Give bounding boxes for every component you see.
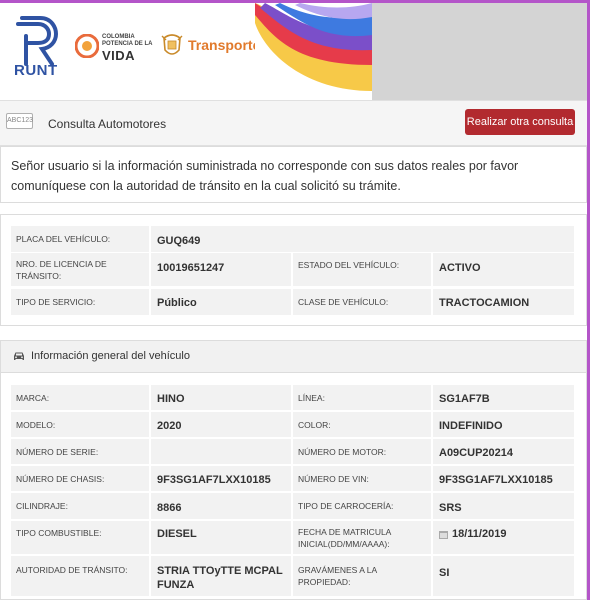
estado-label: ESTADO DEL VEHÍCULO: xyxy=(298,260,400,270)
carroceria-label: TIPO DE CARROCERÍA: xyxy=(298,501,394,511)
general-row-serie: NÚMERO DE SERIE: NÚMERO DE MOTOR: A09CUP… xyxy=(11,439,574,464)
chasis-value: 9F3SG1AF7LXX10185 xyxy=(157,474,271,486)
runt-logo-text: RUNT xyxy=(14,62,58,79)
clase-label: CLASE DE VEHÍCULO: xyxy=(298,297,389,307)
cell-separator xyxy=(149,289,151,315)
matricula-label: FECHA DE MATRICULA INICIAL(DD/MM/AAAA): xyxy=(298,527,392,549)
combustible-value: DIESEL xyxy=(157,528,197,540)
notice-text: Señor usuario si la información suminist… xyxy=(11,159,519,193)
general-row-autoridad: AUTORIDAD DE TRÁNSITO: STRIA TTOyTTE MCP… xyxy=(11,556,574,596)
autoridad-value: STRIA TTOyTTE MCPAL FUNZA xyxy=(157,565,283,591)
servicio-label: TIPO DE SERVICIO: xyxy=(16,297,96,307)
decorative-wave-banner xyxy=(255,3,372,91)
servicio-value: Público xyxy=(157,297,197,309)
marca-value: HINO xyxy=(157,393,185,405)
combustible-label: TIPO COMBUSTIBLE: xyxy=(16,528,102,538)
vin-label: NÚMERO DE VIN: xyxy=(298,474,369,484)
gravamenes-value: SI xyxy=(439,567,450,579)
cell-separator xyxy=(431,521,433,554)
cell-separator xyxy=(149,493,151,519)
motor-label: NÚMERO DE MOTOR: xyxy=(298,447,387,457)
general-row-combustible: TIPO COMBUSTIBLE: DIESEL FECHA DE MATRIC… xyxy=(11,521,574,554)
cell-separator xyxy=(291,253,293,286)
summary-row-servicio: TIPO DE SERVICIO: Público CLASE DE VEHÍC… xyxy=(11,289,574,315)
autoridad-label: AUTORIDAD DE TRÁNSITO: xyxy=(16,565,128,575)
color-value: INDEFINIDO xyxy=(439,420,503,432)
page-title: Consulta Automotores xyxy=(48,117,167,131)
modelo-label: MODELO: xyxy=(16,420,56,430)
calendar-icon xyxy=(439,531,448,539)
cell-separator xyxy=(291,521,293,554)
clase-value: TRACTOCAMION xyxy=(439,297,530,309)
cell-separator xyxy=(431,412,433,437)
licencia-label: NRO. DE LICENCIA DE TRÁNSITO: xyxy=(16,259,107,281)
linea-value: SG1AF7B xyxy=(439,393,490,405)
linea-label: LÍNEA: xyxy=(298,393,325,403)
cell-separator xyxy=(149,521,151,554)
placa-label: PLACA DEL VEHÍCULO: xyxy=(16,234,111,244)
motor-value: A09CUP20214 xyxy=(439,447,513,459)
car-icon xyxy=(14,352,24,360)
colombia-vida-logo: COLOMBIA POTENCIA DE LA VIDA xyxy=(102,34,153,64)
placa-value: GUQ649 xyxy=(157,235,201,247)
coat-of-arms-icon xyxy=(161,34,183,55)
cell-separator xyxy=(431,439,433,464)
general-row-modelo: MODELO: 2020 COLOR: INDEFINIDO xyxy=(11,412,574,437)
cell-separator xyxy=(149,556,151,596)
cell-separator xyxy=(291,385,293,410)
summary-row-licencia: NRO. DE LICENCIA DE TRÁNSITO: 1001965124… xyxy=(11,253,574,286)
new-query-button[interactable]: Realizar otra consulta xyxy=(465,109,575,135)
modelo-value: 2020 xyxy=(157,420,182,432)
cell-separator xyxy=(431,493,433,519)
gravamenes-label: GRAVÁMENES A LA PROPIEDAD: xyxy=(298,565,378,587)
cell-separator xyxy=(149,385,151,410)
cell-separator xyxy=(431,289,433,315)
matricula-value: 18/11/2019 xyxy=(452,528,507,540)
colombia-logo-icon xyxy=(75,34,99,58)
general-row-cilindraje: CILINDRAJE: 8866 TIPO DE CARROCERÍA: SRS xyxy=(11,493,574,519)
summary-row-placa: PLACA DEL VEHÍCULO: GUQ649 xyxy=(11,226,574,252)
cell-separator xyxy=(431,556,433,596)
estado-value: ACTIVO xyxy=(439,262,481,274)
color-label: COLOR: xyxy=(298,420,331,430)
cell-separator xyxy=(291,412,293,437)
vin-value: 9F3SG1AF7LXX10185 xyxy=(439,474,553,486)
cell-separator xyxy=(291,493,293,519)
cell-separator xyxy=(291,556,293,596)
general-info-title: Información general del vehículo xyxy=(31,350,190,362)
general-row-chasis: NÚMERO DE CHASIS: 9F3SG1AF7LXX10185 NÚME… xyxy=(11,466,574,491)
chasis-label: NÚMERO DE CHASIS: xyxy=(16,474,105,484)
carroceria-value: SRS xyxy=(439,502,462,514)
general-row-marca: MARCA: HINO LÍNEA: SG1AF7B xyxy=(11,385,574,410)
cell-separator xyxy=(291,466,293,491)
cell-separator xyxy=(431,385,433,410)
cilindraje-label: CILINDRAJE: xyxy=(16,501,68,511)
header-gray-area xyxy=(372,3,587,100)
transporte-logo-text: Transporte xyxy=(188,37,261,53)
marca-label: MARCA: xyxy=(16,393,50,403)
cell-separator xyxy=(149,466,151,491)
cilindraje-value: 8866 xyxy=(157,502,182,514)
cell-separator xyxy=(291,439,293,464)
serie-label: NÚMERO DE SERIE: xyxy=(16,447,99,457)
cell-separator xyxy=(149,253,151,286)
cell-separator xyxy=(431,466,433,491)
cell-separator xyxy=(149,439,151,464)
cell-separator xyxy=(149,412,151,437)
cell-separator xyxy=(291,289,293,315)
licencia-value: 10019651247 xyxy=(157,262,225,274)
cell-separator xyxy=(149,226,151,252)
cell-separator xyxy=(431,253,433,286)
plate-badge-icon: ABC123 xyxy=(6,113,33,129)
